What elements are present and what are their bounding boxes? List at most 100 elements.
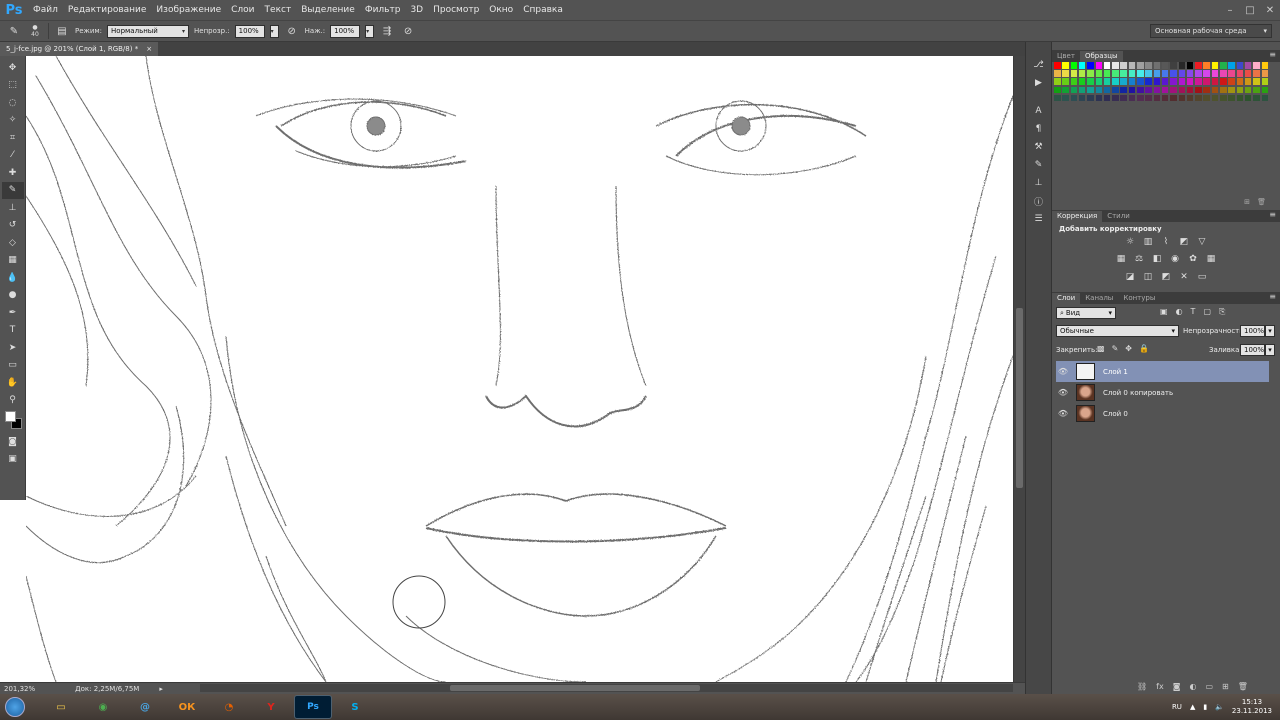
healing-tool-icon[interactable]: ✚	[2, 164, 24, 182]
channel-mixer-icon[interactable]: ✿	[1187, 254, 1199, 264]
swatch[interactable]	[1203, 62, 1210, 69]
swatch[interactable]	[1211, 86, 1219, 94]
shape-tool-icon[interactable]: ▭	[2, 357, 24, 375]
document-canvas[interactable]	[26, 56, 1013, 682]
swatch[interactable]	[1103, 78, 1111, 85]
swatch[interactable]	[1070, 70, 1078, 77]
tab-channels[interactable]: Каналы	[1080, 293, 1118, 304]
brush-panel-icon[interactable]: ▤	[54, 23, 70, 39]
lock-all-icon[interactable]: 🔒	[1139, 344, 1149, 353]
menu-layers[interactable]: Слои	[226, 5, 259, 15]
swatch[interactable]	[1145, 78, 1152, 85]
swatch[interactable]	[1078, 86, 1086, 94]
tab-paths[interactable]: Контуры	[1118, 293, 1160, 304]
foreground-color[interactable]	[4, 411, 16, 422]
tray-up-icon[interactable]: ▲	[1190, 703, 1195, 711]
lock-transparency-icon[interactable]: ▩	[1097, 344, 1105, 353]
chevron-right-icon[interactable]: ▸	[159, 685, 163, 693]
clone-stamp-tool-icon[interactable]: ⊥	[2, 199, 24, 217]
quick-mask-icon[interactable]: ◙	[2, 433, 24, 451]
swatch[interactable]	[1220, 86, 1227, 94]
swatch[interactable]	[1137, 78, 1144, 85]
swatch[interactable]	[1112, 94, 1119, 102]
pressure-size-icon[interactable]: ⊘	[400, 23, 416, 39]
swatch[interactable]	[1128, 94, 1136, 102]
swatch[interactable]	[1128, 62, 1136, 69]
swatch[interactable]	[1170, 70, 1177, 77]
scroll-thumb[interactable]	[1016, 308, 1023, 488]
swatch[interactable]	[1244, 94, 1252, 102]
flow-input[interactable]: 100%	[330, 24, 361, 38]
link-layers-icon[interactable]: ⛓	[1137, 682, 1147, 691]
properties-icon[interactable]: ☰	[1029, 210, 1049, 228]
photoshop-icon[interactable]: Ps	[294, 695, 332, 719]
tab-swatches[interactable]: Образцы	[1079, 51, 1123, 62]
swatch[interactable]	[1161, 70, 1169, 77]
swatch[interactable]	[1195, 94, 1202, 102]
info-icon[interactable]: ⓘ	[1029, 192, 1049, 210]
zoom-tool-icon[interactable]: ⚲	[2, 392, 24, 410]
swatch[interactable]	[1103, 94, 1111, 102]
swatch[interactable]	[1236, 86, 1244, 94]
swatch[interactable]	[1137, 62, 1144, 69]
pressure-opacity-icon[interactable]: ⊘	[284, 23, 300, 39]
curves-icon[interactable]: ⌇	[1160, 237, 1172, 247]
menu-window[interactable]: Окно	[484, 5, 518, 15]
swatch[interactable]	[1054, 78, 1061, 85]
flow-dropdown[interactable]: ▾	[365, 24, 375, 38]
smart-object-filter-icon[interactable]: ⎘	[1219, 307, 1225, 317]
color-balance-icon[interactable]: ⚖	[1133, 254, 1145, 264]
swatch[interactable]	[1244, 62, 1252, 69]
swatch[interactable]	[1153, 78, 1161, 85]
swatch[interactable]	[1078, 70, 1086, 77]
brush-tool-icon[interactable]: ✎	[1, 181, 24, 199]
panel-menu-icon[interactable]: ≡	[1269, 50, 1276, 59]
paragraph-icon[interactable]: ¶	[1029, 120, 1049, 138]
new-layer-icon[interactable]: ⊞	[1222, 682, 1229, 691]
tool-presets-icon[interactable]: ⚒	[1029, 138, 1049, 156]
swatch[interactable]	[1170, 86, 1177, 94]
swatch[interactable]	[1236, 70, 1244, 77]
layer-style-icon[interactable]: fx	[1156, 682, 1164, 691]
menu-select[interactable]: Выделение	[296, 5, 360, 15]
swatch[interactable]	[1228, 86, 1235, 94]
swatch[interactable]	[1228, 62, 1235, 69]
swatch[interactable]	[1161, 62, 1169, 69]
swatch[interactable]	[1087, 70, 1094, 77]
menu-type[interactable]: Текст	[260, 5, 297, 15]
chrome-icon[interactable]: ◉	[84, 695, 122, 719]
close-tab-icon[interactable]: ×	[146, 45, 152, 53]
close-icon[interactable]: ✕	[1262, 2, 1278, 18]
menu-3d[interactable]: 3D	[405, 5, 428, 15]
brightness-icon[interactable]: ☼	[1124, 237, 1136, 247]
invert-icon[interactable]: ◪	[1124, 272, 1136, 282]
color-lookup-icon[interactable]: ▦	[1205, 254, 1217, 264]
quick-select-tool-icon[interactable]: ✧	[2, 112, 24, 130]
swatch[interactable]	[1253, 86, 1260, 94]
fill-input[interactable]: 100%	[1240, 344, 1265, 356]
swatch[interactable]	[1062, 70, 1069, 77]
black-white-icon[interactable]: ◧	[1151, 254, 1163, 264]
tab-adjustments[interactable]: Коррекция	[1052, 211, 1103, 222]
swatch[interactable]	[1195, 70, 1202, 77]
brush-icon[interactable]: ✎	[1029, 156, 1049, 174]
blend-mode-select[interactable]: Обычные ▾	[1056, 325, 1179, 337]
selective-color-icon[interactable]: ✕	[1178, 272, 1190, 282]
swatch[interactable]	[1261, 70, 1268, 77]
swatch[interactable]	[1087, 86, 1094, 94]
swatch[interactable]	[1220, 70, 1227, 77]
menu-view[interactable]: Просмотр	[428, 5, 484, 15]
swatch[interactable]	[1170, 78, 1177, 85]
trash-icon[interactable]: 🗑	[1257, 198, 1266, 206]
swatch[interactable]	[1153, 70, 1161, 77]
swatch[interactable]	[1145, 70, 1152, 77]
swatch[interactable]	[1070, 78, 1078, 85]
workspace-select[interactable]: Основная рабочая среда ▾	[1150, 24, 1272, 38]
swatch[interactable]	[1178, 70, 1185, 77]
lock-position-icon[interactable]: ✥	[1125, 344, 1132, 353]
swatch[interactable]	[1128, 70, 1136, 77]
add-mask-icon[interactable]: ◙	[1173, 682, 1181, 691]
brush-tool-icon[interactable]: ✎	[6, 23, 22, 39]
swatch[interactable]	[1211, 94, 1219, 102]
layer-opacity-input[interactable]: 100%	[1240, 325, 1265, 337]
